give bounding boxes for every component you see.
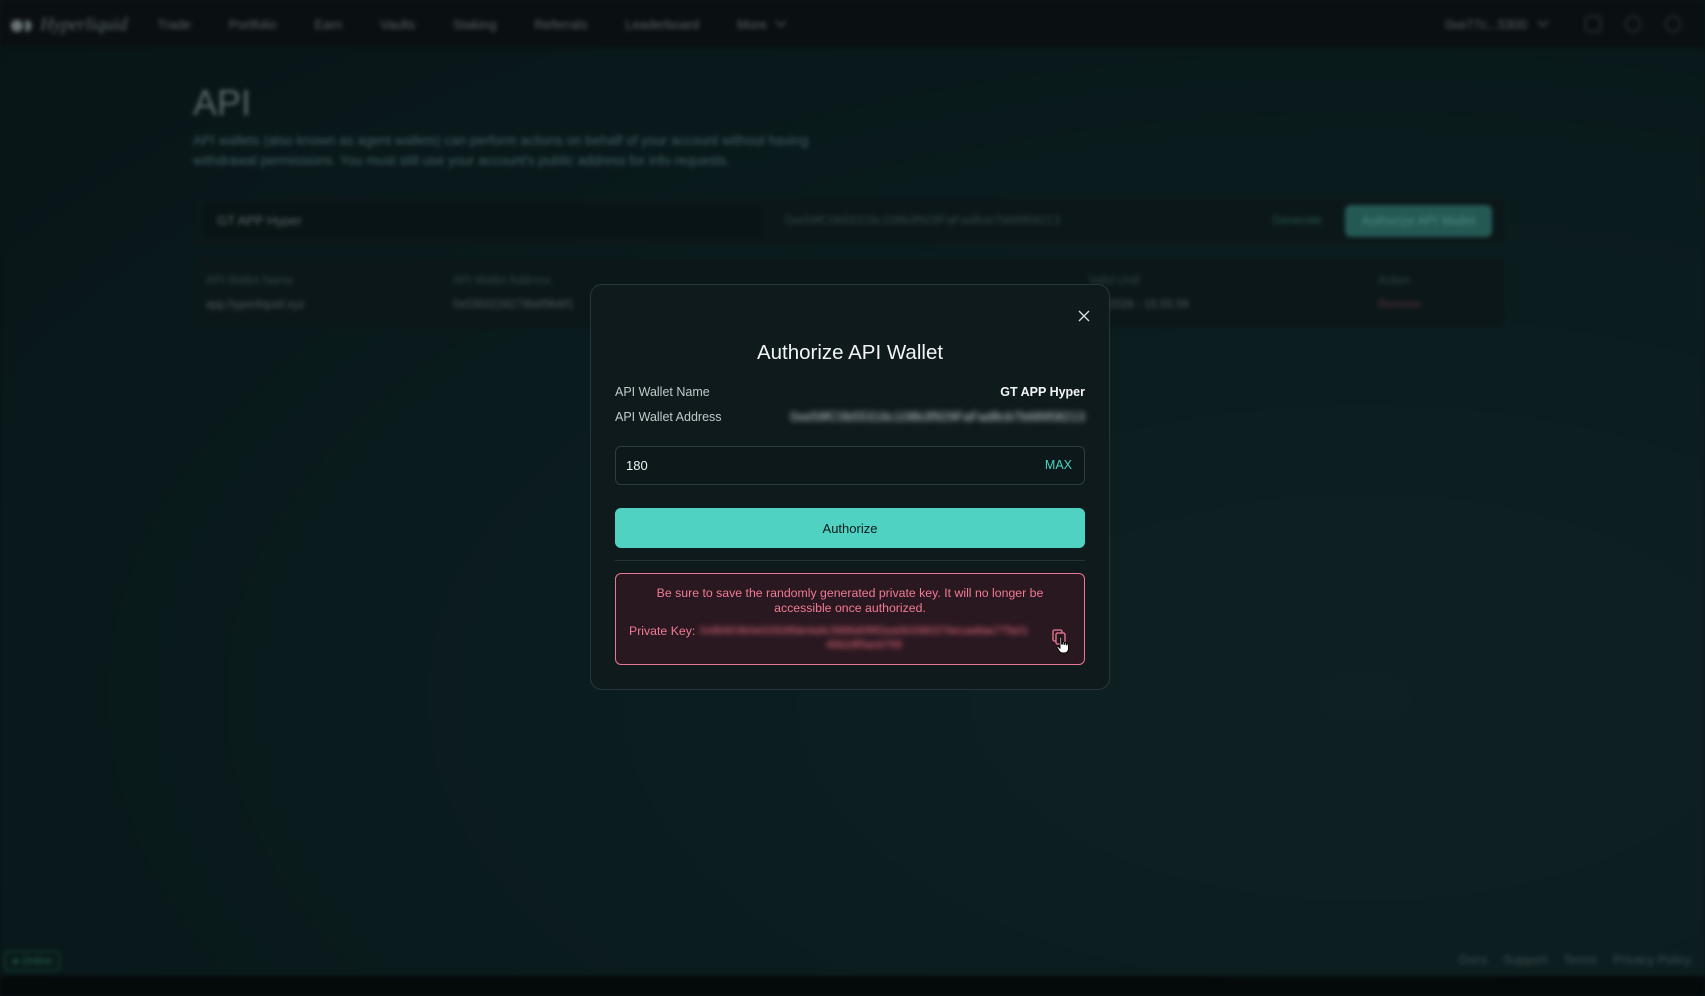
private-key-warning: Be sure to save the randomly generated p… bbox=[615, 573, 1085, 665]
validity-days-value: 180 bbox=[626, 458, 648, 473]
private-key-value: 0x8b903b0e03309fde4a9c3986d0f9f2ea0b3380… bbox=[699, 625, 1029, 651]
warning-text: Be sure to save the randomly generated p… bbox=[656, 586, 1044, 615]
modal-title: Authorize API Wallet bbox=[756, 341, 944, 364]
pointer-cursor-icon bbox=[1056, 636, 1069, 654]
wallet-address-value: 0xe59fC0b55316c108b3f929FaFad8cb7b689582… bbox=[790, 410, 1085, 424]
close-button[interactable] bbox=[1073, 305, 1095, 327]
validity-days-input[interactable]: 180 MAX bbox=[615, 446, 1085, 485]
max-button[interactable]: MAX bbox=[1045, 458, 1072, 472]
wallet-name-label: API Wallet Name bbox=[615, 385, 710, 399]
authorize-button[interactable]: Authorize bbox=[615, 508, 1085, 548]
private-key-label: Private Key: bbox=[629, 624, 696, 638]
close-icon bbox=[1078, 310, 1090, 322]
wallet-address-label: API Wallet Address bbox=[615, 410, 722, 424]
wallet-name-value: GT APP Hyper bbox=[1000, 385, 1085, 399]
divider bbox=[615, 560, 1085, 561]
authorize-api-wallet-modal: Authorize API Wallet API Wallet Name GT … bbox=[590, 284, 1110, 690]
